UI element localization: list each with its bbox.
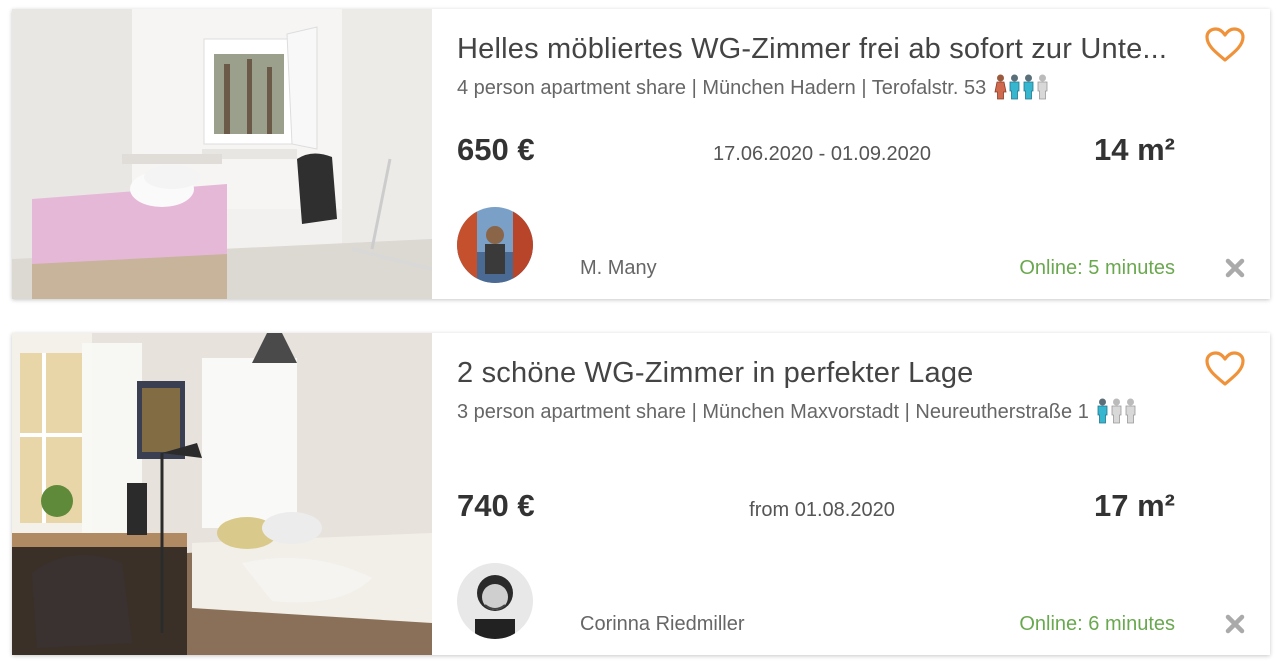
online-status: Online: 5 minutes bbox=[1019, 257, 1175, 279]
male-person-icon bbox=[1097, 398, 1108, 424]
close-x-icon bbox=[1225, 614, 1245, 634]
listing-details-text: 4 person apartment share | München Hader… bbox=[457, 77, 987, 99]
user-avatar[interactable] bbox=[457, 207, 533, 283]
female-person-icon bbox=[994, 74, 1007, 100]
heart-outline-icon bbox=[1205, 27, 1245, 62]
vacant-person-icon bbox=[1125, 398, 1136, 424]
online-status: Online: 6 minutes bbox=[1019, 613, 1175, 635]
listing-dates: 17.06.2020 - 01.09.2020 bbox=[713, 143, 931, 165]
listing-details: 4 person apartment share | München Hader… bbox=[457, 72, 1197, 105]
listing-price: 740 € bbox=[457, 488, 535, 523]
listing-card[interactable]: 2 schöne WG-Zimmer in perfekter Lage 3 p… bbox=[12, 333, 1270, 655]
heart-outline-icon bbox=[1205, 351, 1245, 386]
flatmate-icons bbox=[994, 74, 1050, 100]
vacant-person-icon bbox=[1111, 398, 1122, 424]
listing-details-text: 3 person apartment share | München Maxvo… bbox=[457, 401, 1089, 423]
male-person-icon bbox=[1023, 74, 1034, 100]
listing-title[interactable]: 2 schöne WG-Zimmer in perfekter Lage bbox=[457, 357, 1177, 390]
user-name[interactable]: Corinna Riedmiller bbox=[580, 613, 745, 636]
close-x-icon bbox=[1225, 258, 1245, 278]
listing-content: 2 schöne WG-Zimmer in perfekter Lage 3 p… bbox=[432, 333, 1270, 655]
dismiss-button[interactable] bbox=[1224, 613, 1246, 635]
listing-photo[interactable] bbox=[12, 9, 432, 299]
listing-photo[interactable] bbox=[12, 333, 432, 655]
avatar-image bbox=[457, 563, 533, 639]
room-photo-image bbox=[12, 333, 432, 655]
listing-dates: from 01.08.2020 bbox=[749, 499, 895, 521]
listing-size: 14 m² bbox=[1094, 132, 1175, 167]
favorite-button[interactable] bbox=[1204, 350, 1246, 388]
listing-content: Helles möbliertes WG-Zimmer frei ab sofo… bbox=[432, 9, 1270, 299]
user-name[interactable]: M. Many bbox=[580, 257, 657, 280]
room-photo-image bbox=[12, 9, 432, 299]
dismiss-button[interactable] bbox=[1224, 257, 1246, 279]
user-avatar[interactable] bbox=[457, 563, 533, 639]
listing-price: 650 € bbox=[457, 132, 535, 167]
listing-card[interactable]: Helles möbliertes WG-Zimmer frei ab sofo… bbox=[12, 9, 1270, 299]
favorite-button[interactable] bbox=[1204, 26, 1246, 64]
vacant-person-icon bbox=[1037, 74, 1048, 100]
flatmate-icons bbox=[1096, 398, 1138, 424]
listing-size: 17 m² bbox=[1094, 488, 1175, 523]
avatar-image bbox=[457, 207, 533, 283]
listing-details: 3 person apartment share | München Maxvo… bbox=[457, 396, 1197, 429]
listing-title[interactable]: Helles möbliertes WG-Zimmer frei ab sofo… bbox=[457, 33, 1177, 66]
male-person-icon bbox=[1009, 74, 1020, 100]
